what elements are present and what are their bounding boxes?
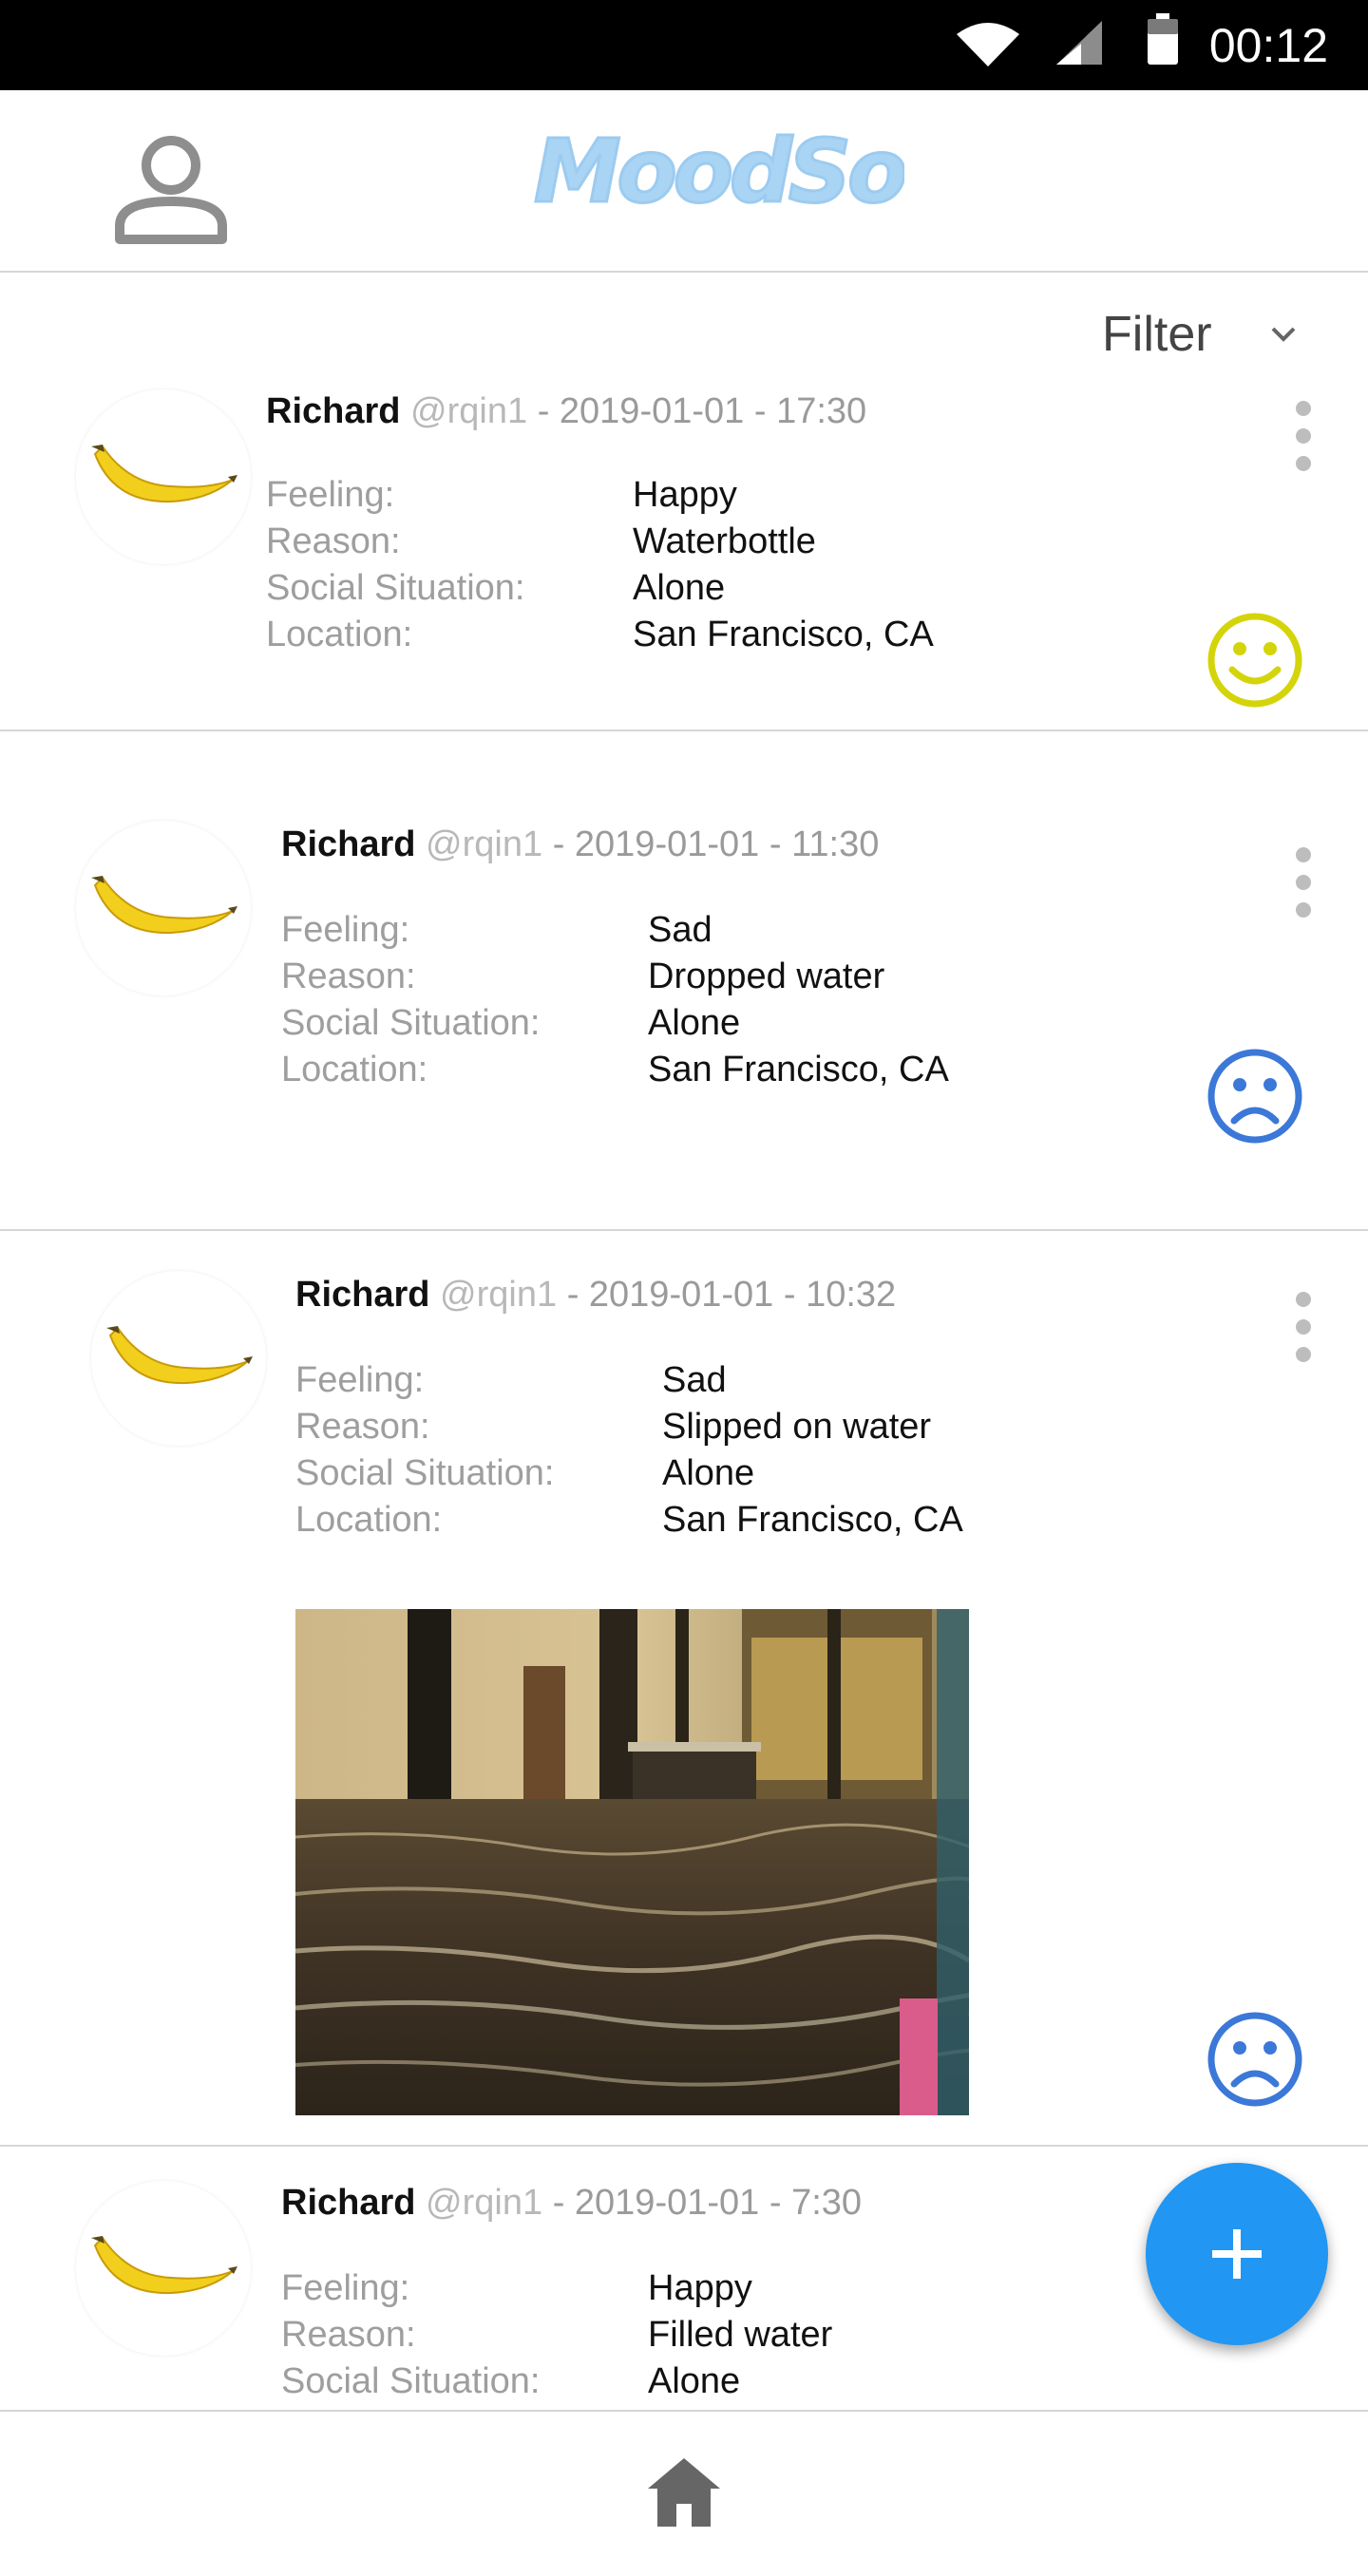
feeling-value: Sad [662, 1360, 727, 1400]
feeling-value: Happy [633, 475, 737, 515]
social-situation-label: Social Situation: [281, 1003, 541, 1043]
more-options-button[interactable] [1289, 1290, 1318, 1366]
cell-signal-icon [1056, 21, 1102, 65]
plus-icon [1212, 2229, 1262, 2279]
filter-dropdown[interactable]: Filter [1083, 302, 1311, 370]
sad-face-icon [1207, 2012, 1302, 2107]
flooded-lobby-photo[interactable] [295, 1609, 969, 2115]
home-button[interactable] [646, 2454, 722, 2530]
reason-value: Filled water [648, 2315, 833, 2355]
location-label: Location: [295, 1500, 443, 1540]
logo-text: MoodSoup [534, 121, 904, 222]
post-time: 17:30 [776, 391, 867, 431]
user-name[interactable]: Richard [295, 1275, 429, 1315]
post-meta: Richard @rqin1 - 2019-01-01 - 11:30 [281, 824, 879, 865]
user-handle: @rqin1 [410, 391, 528, 431]
chevron-down-icon [1271, 327, 1296, 342]
user-handle: @rqin1 [426, 2183, 543, 2223]
post-time: 7:30 [791, 2183, 863, 2223]
location-value: San Francisco, CA [633, 615, 934, 654]
meta-separator: - [769, 2183, 782, 2223]
post-date: 2019-01-01 [588, 1275, 774, 1315]
user-handle: @rqin1 [440, 1275, 558, 1315]
avatar[interactable] [76, 389, 251, 564]
location-label: Location: [266, 615, 413, 654]
meta-separator: - [753, 391, 767, 431]
app-header: MoodSoup [0, 90, 1368, 273]
sad-face-icon [1207, 1049, 1302, 1144]
social-situation-label: Social Situation: [295, 1453, 555, 1493]
more-options-button[interactable] [1289, 399, 1318, 475]
meta-separator: - [537, 391, 550, 431]
post-time: 11:30 [791, 824, 880, 864]
filter-label: Filter [1102, 307, 1212, 362]
post-meta: Richard @rqin1 - 2019-01-01 - 10:32 [295, 1275, 896, 1316]
battery-icon [1148, 13, 1178, 65]
profile-button[interactable] [112, 133, 230, 247]
meta-separator: - [769, 824, 782, 864]
add-mood-button[interactable] [1146, 2163, 1328, 2345]
banana-avatar-image [91, 2236, 238, 2295]
user-name[interactable]: Richard [266, 391, 400, 431]
avatar[interactable] [76, 821, 251, 995]
social-situation-value: Alone [662, 1453, 755, 1493]
reason-label: Reason: [281, 957, 416, 996]
user-name[interactable]: Richard [281, 824, 415, 864]
post-meta: Richard @rqin1 - 2019-01-01 - 7:30 [281, 2183, 862, 2224]
bottom-nav [0, 2410, 1368, 2576]
post-meta: Richard @rqin1 - 2019-01-01 - 17:30 [266, 391, 866, 432]
home-icon [648, 2458, 720, 2527]
feeling-value: Sad [648, 910, 712, 950]
feeling-label: Feeling: [281, 910, 410, 950]
post-date: 2019-01-01 [574, 824, 760, 864]
reason-label: Reason: [266, 521, 401, 561]
reason-value: Slipped on water [662, 1407, 932, 1447]
mood-card[interactable]: Richard @rqin1 - 2019-01-01 - 10:32 Feel… [0, 1233, 1368, 2147]
mood-card[interactable]: Richard @rqin1 - 2019-01-01 - 17:30 Feel… [0, 370, 1368, 731]
feeling-value: Happy [648, 2268, 752, 2308]
meta-separator: - [783, 1275, 796, 1315]
wifi-icon [957, 23, 1019, 66]
feeling-label: Feeling: [295, 1360, 425, 1400]
mood-card[interactable]: Richard @rqin1 - 2019-01-01 - 11:30 Feel… [0, 733, 1368, 1231]
clock: 00:12 [1208, 19, 1328, 72]
reason-label: Reason: [295, 1407, 430, 1447]
status-bar: 00:12 [0, 0, 1368, 90]
location-value: San Francisco, CA [648, 1050, 949, 1089]
reason-label: Reason: [281, 2315, 416, 2355]
post-time: 10:32 [806, 1275, 897, 1315]
app-logo: MoodSoup [533, 120, 905, 224]
meta-separator: - [552, 824, 565, 864]
avatar[interactable] [76, 2181, 251, 2356]
social-situation-label: Social Situation: [281, 2361, 541, 2401]
banana-avatar-image [91, 445, 238, 503]
reason-value: Dropped water [648, 957, 885, 996]
social-situation-value: Alone [633, 568, 726, 608]
banana-avatar-image [91, 876, 238, 935]
user-handle: @rqin1 [426, 824, 543, 864]
meta-separator: - [566, 1275, 580, 1315]
post-date: 2019-01-01 [559, 391, 745, 431]
location-value: San Francisco, CA [662, 1500, 963, 1540]
person-icon [115, 136, 227, 244]
more-options-button[interactable] [1289, 845, 1318, 921]
avatar[interactable] [91, 1271, 266, 1446]
user-name[interactable]: Richard [281, 2183, 415, 2223]
meta-separator: - [552, 2183, 565, 2223]
banana-avatar-image [106, 1326, 253, 1385]
reason-value: Waterbottle [633, 521, 816, 561]
social-situation-label: Social Situation: [266, 568, 525, 608]
feeling-label: Feeling: [281, 2268, 410, 2308]
location-label: Location: [281, 1050, 428, 1089]
feeling-label: Feeling: [266, 475, 395, 515]
social-situation-value: Alone [648, 1003, 741, 1043]
happy-face-icon [1207, 613, 1302, 708]
social-situation-value: Alone [648, 2361, 741, 2401]
post-date: 2019-01-01 [574, 2183, 760, 2223]
